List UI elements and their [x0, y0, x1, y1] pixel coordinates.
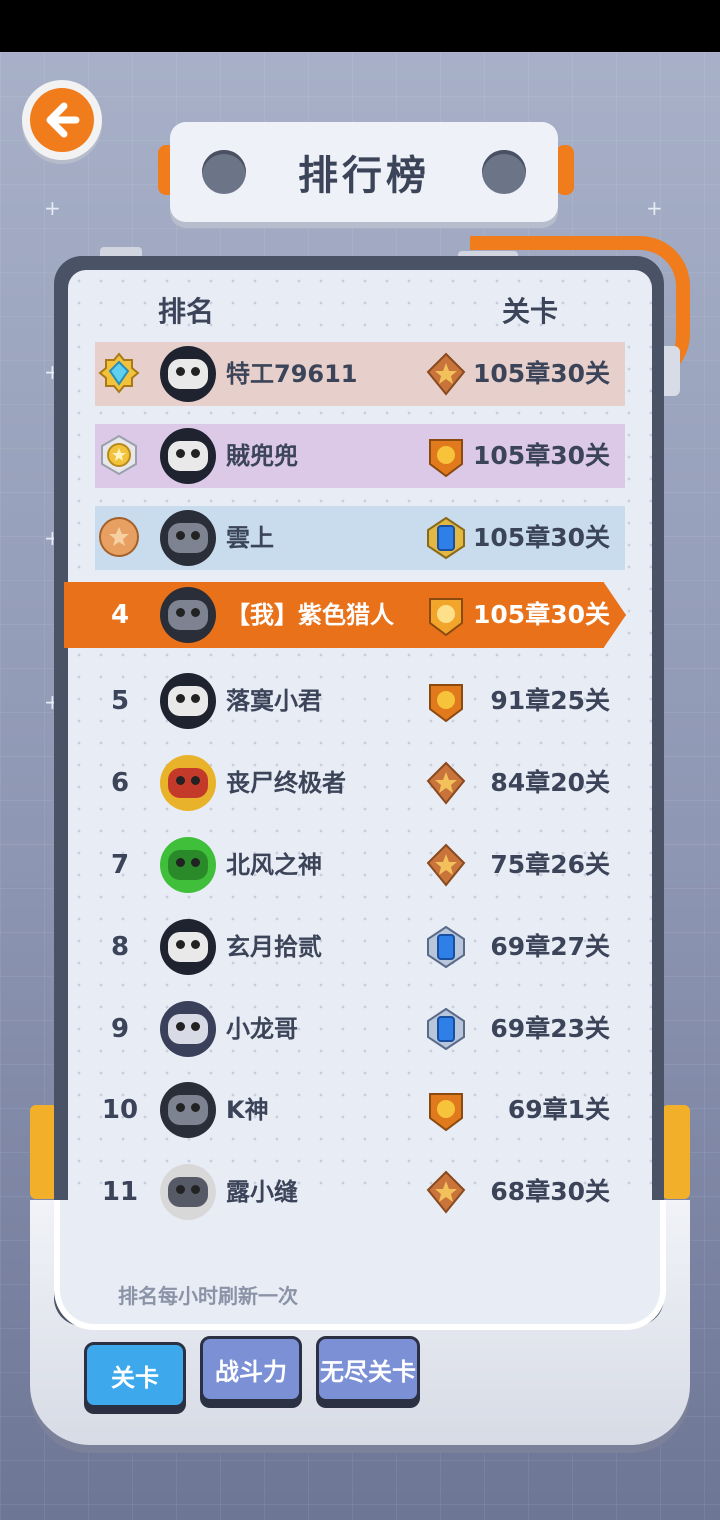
page-title: 排行榜 — [298, 153, 430, 199]
avatar — [160, 510, 216, 566]
stage-column-header: 关卡 — [502, 295, 559, 328]
player-name: 【我】紫色猎人 — [226, 601, 394, 629]
player-name: 小龙哥 — [226, 1015, 298, 1043]
back-arrow-icon — [30, 88, 94, 152]
blue-gem-badge-icon — [427, 516, 465, 560]
stage-progress: 105章30关 — [473, 523, 610, 552]
avatar — [160, 1001, 216, 1057]
gold-skull-badge-icon — [429, 439, 463, 478]
bolt-icon — [482, 150, 526, 194]
player-name: K神 — [226, 1096, 269, 1124]
rank-number: 8 — [110, 932, 130, 962]
player-name: 雲上 — [226, 524, 274, 552]
leaderboard-row[interactable]: 9 小龙哥 69章23关 — [0, 997, 720, 1061]
bronze-star-badge-icon — [426, 1170, 466, 1214]
rank-column-header: 排名 — [158, 295, 215, 328]
leaderboard-row[interactable]: 5 落寞小君 91章25关 — [0, 669, 720, 733]
refresh-note: 排名每小时刷新一次 — [118, 1284, 298, 1308]
bronze-star-badge-icon — [426, 761, 466, 805]
tab-stage[interactable]: 关卡 — [84, 1342, 186, 1408]
blue-gem-badge-icon — [427, 1007, 465, 1051]
avatar — [160, 428, 216, 484]
status-bar — [0, 0, 720, 52]
player-name: 露小缝 — [226, 1178, 298, 1206]
blue-gem-badge-icon — [427, 925, 465, 969]
stage-progress: 69章23关 — [490, 1014, 610, 1043]
stage-progress: 69章27关 — [490, 932, 610, 961]
stage-progress: 105章30关 — [473, 600, 610, 629]
rank-number: 9 — [110, 1014, 130, 1044]
avatar — [160, 346, 216, 402]
stage-progress: 75章26关 — [490, 850, 610, 879]
title-plaque: 排行榜 — [170, 122, 558, 222]
stage-progress: 105章30关 — [473, 441, 610, 470]
player-name: 北风之神 — [226, 851, 322, 879]
rank-number: 6 — [110, 768, 130, 798]
leaderboard-row-self[interactable]: 4 【我】紫色猎人 105章30关 — [0, 583, 720, 647]
leaderboard-row[interactable]: 10 K神 69章1关 — [0, 1078, 720, 1142]
bronze-medal-icon — [99, 517, 139, 557]
tab-endless-stage[interactable]: 无尽关卡 — [316, 1336, 420, 1402]
tab-combat-power[interactable]: 战斗力 — [200, 1336, 302, 1402]
stage-progress: 91章25关 — [490, 686, 610, 715]
leaderboard-row[interactable]: 7 北风之神 75章26关 — [0, 833, 720, 897]
leaderboard-row[interactable]: 8 玄月拾贰 69章27关 — [0, 915, 720, 979]
leaderboard-row[interactable]: 11 露小缝 68章30关 — [0, 1160, 720, 1224]
player-name: 丧尸终极者 — [226, 769, 346, 797]
rank-number: 5 — [110, 686, 130, 716]
back-button[interactable] — [22, 80, 102, 160]
player-name: 落寞小君 — [226, 687, 322, 715]
avatar — [160, 919, 216, 975]
plus-decoration: + — [44, 196, 61, 220]
stage-progress: 84章20关 — [490, 768, 610, 797]
rank-number: 10 — [101, 1095, 139, 1125]
avatar — [160, 755, 216, 811]
player-name: 賊兜兜 — [226, 442, 298, 470]
stage-progress: 68章30关 — [490, 1177, 610, 1206]
leaderboard-row[interactable]: 特工79611 105章30关 — [0, 342, 720, 406]
leaderboard-row[interactable]: 6 丧尸终极者 84章20关 — [0, 751, 720, 815]
avatar — [160, 587, 216, 643]
plus-decoration: + — [646, 196, 663, 220]
leaderboard-row[interactable]: 雲上 105章30关 — [0, 506, 720, 570]
gold-medal-icon — [101, 434, 137, 476]
leaderboard-row[interactable]: 賊兜兜 105章30关 — [0, 424, 720, 488]
rank-number: 4 — [110, 600, 130, 630]
avatar — [160, 673, 216, 729]
gold-skull-badge-icon — [429, 1093, 463, 1132]
stage-progress: 105章30关 — [473, 359, 610, 388]
bronze-star-badge-icon — [426, 843, 466, 887]
diamond-medal-icon — [98, 352, 140, 394]
player-name: 特工79611 — [226, 360, 358, 388]
avatar — [160, 1164, 216, 1220]
player-name: 玄月拾贰 — [226, 933, 322, 961]
gold-skull-badge-icon — [429, 598, 463, 637]
rank-number: 7 — [110, 850, 130, 880]
bronze-star-badge-icon — [426, 352, 466, 396]
avatar — [160, 837, 216, 893]
stage-progress: 69章1关 — [507, 1095, 610, 1124]
title-tab-right — [556, 145, 574, 195]
gold-skull-badge-icon — [429, 684, 463, 723]
rank-number: 11 — [101, 1177, 139, 1207]
bolt-icon — [202, 150, 246, 194]
avatar — [160, 1082, 216, 1138]
